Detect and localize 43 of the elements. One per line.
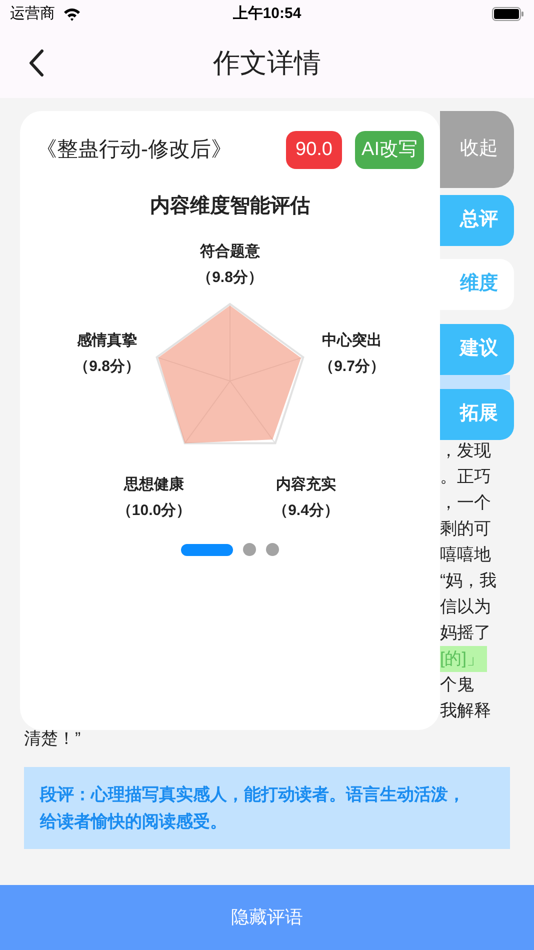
highlighted-text: [的]」 (440, 646, 488, 672)
status-time: 上午10:54 (232, 4, 302, 24)
wifi-icon (63, 7, 81, 21)
score-badge: 90.0 (286, 131, 342, 169)
side-tab[interactable]: 维度 (440, 259, 514, 310)
page-indicator[interactable] (266, 543, 279, 556)
collapse-button[interactable]: 收起 (440, 111, 514, 188)
essay-text: ，一个 (440, 492, 491, 514)
dimension-score: （9.8分） (74, 357, 140, 377)
carrier-label: 运营商 (10, 4, 55, 24)
dimension-score: （9.7分） (319, 357, 385, 377)
dimension-score: （9.8分） (197, 268, 263, 288)
essay-text: 。正巧 (440, 466, 491, 488)
dimension-score: （10.0分） (116, 501, 192, 521)
essay-text: 清楚！” (24, 728, 81, 750)
ai-rewrite-button[interactable]: AI改写 (355, 131, 424, 169)
essay-text: 个鬼 (440, 674, 474, 696)
battery-icon (492, 7, 524, 21)
essay-text: 嘻嘻地 (440, 544, 491, 566)
essay-text: 信以为 (440, 596, 491, 618)
dimension-label: 思想健康 (124, 475, 184, 495)
side-tab[interactable]: 总评 (440, 195, 514, 246)
essay-text: 剩的可 (440, 518, 491, 540)
dimension-label: 符合题意 (200, 242, 260, 262)
back-icon[interactable] (28, 49, 44, 77)
dimension-score: （9.4分） (273, 501, 339, 521)
dimension-label: 内容充实 (276, 475, 336, 495)
essay-text: ，发现 (440, 440, 491, 462)
hide-comments-button[interactable]: 隐藏评语 (0, 885, 534, 950)
essay-text: “妈，我 (440, 570, 497, 592)
page-indicator[interactable] (181, 544, 233, 556)
chart-title: 内容维度智能评估 (149, 194, 311, 219)
paragraph-comment: 段评：心理描写真实感人，能打动读者。语言生动活泼，给读者愉快的阅读感受。 (24, 767, 510, 849)
essay-text: 我解释 (440, 700, 491, 722)
dimension-label: 感情真挚 (77, 331, 137, 351)
side-tab[interactable]: 建议 (440, 324, 514, 375)
dimension-label: 中心突出 (322, 331, 382, 351)
highlight-band (440, 375, 510, 390)
side-tab[interactable]: 拓展 (440, 389, 514, 440)
essay-title: 《整蛊行动-修改后》 (36, 137, 232, 164)
page-title: 作文详情 (213, 46, 321, 80)
page-indicator[interactable] (243, 543, 256, 556)
essay-text: 妈摇了 (440, 622, 491, 644)
